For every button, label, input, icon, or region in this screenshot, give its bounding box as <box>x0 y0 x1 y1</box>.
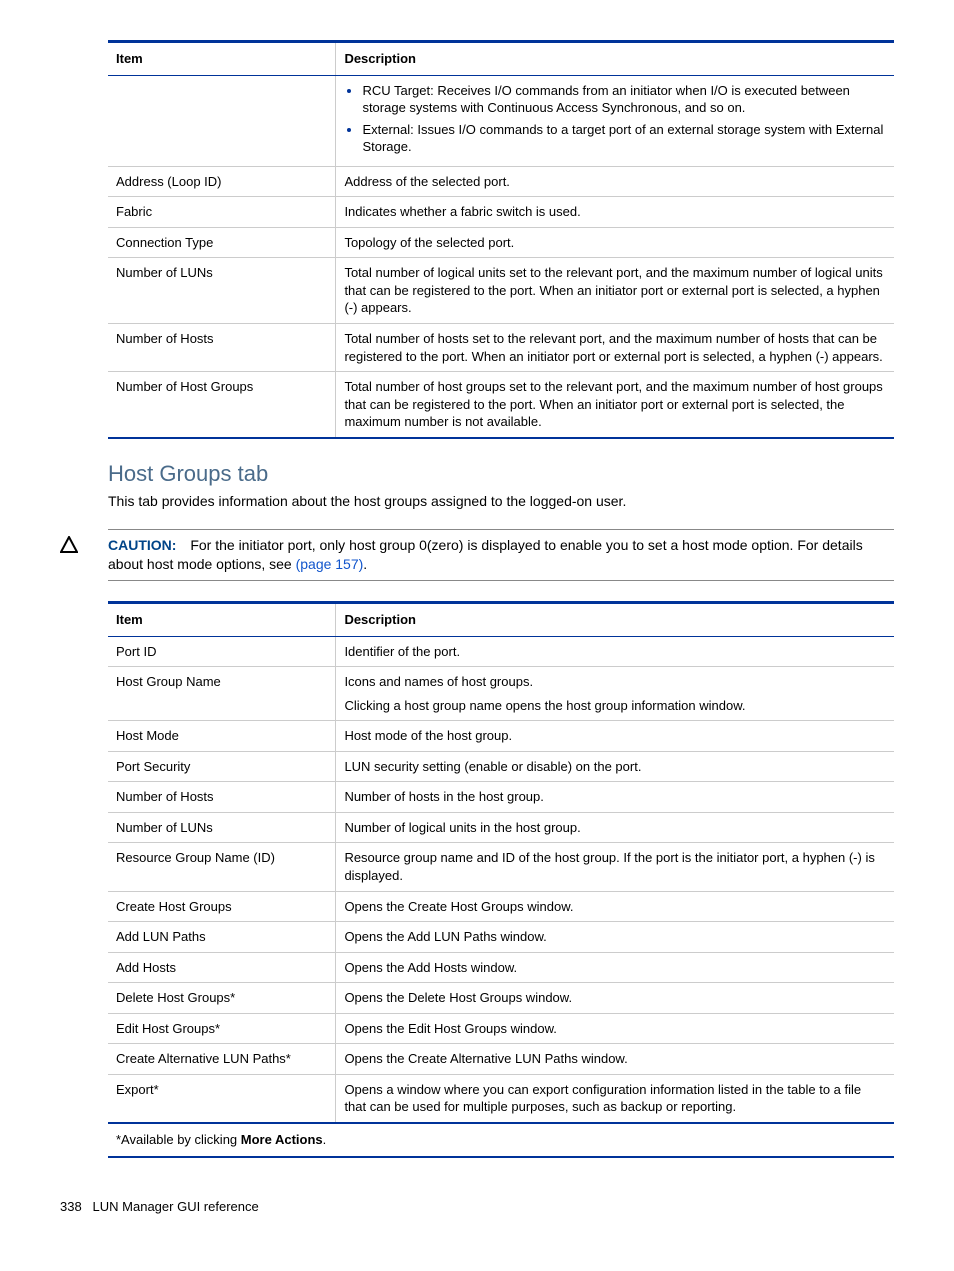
cell-desc: Topology of the selected port. <box>336 227 894 258</box>
footnote-pre: *Available by clicking <box>116 1132 241 1147</box>
caution-block: CAUTION: For the initiator port, only ho… <box>108 529 894 581</box>
table-row: Connection Type Topology of the selected… <box>108 227 894 258</box>
caution-icon <box>60 536 78 560</box>
table-row: Number of LUNs Number of logical units i… <box>108 812 894 843</box>
cell-desc: Icons and names of host groups. Clicking… <box>336 667 894 721</box>
page-footer-title: LUN Manager GUI reference <box>93 1199 259 1214</box>
col-header-desc: Description <box>336 603 894 637</box>
cell-desc: Number of hosts in the host group. <box>336 782 894 813</box>
table-row: Add Hosts Opens the Add Hosts window. <box>108 952 894 983</box>
list-item: External: Issues I/O commands to a targe… <box>362 121 886 156</box>
cell-item: Add LUN Paths <box>108 922 336 953</box>
cell-item: Number of LUNs <box>108 812 336 843</box>
cell-item: Edit Host Groups* <box>108 1013 336 1044</box>
table-row: Host Group Name Icons and names of host … <box>108 667 894 721</box>
cell-item: Fabric <box>108 197 336 228</box>
cell-desc: Identifier of the port. <box>336 636 894 667</box>
cell-desc: Opens the Create Host Groups window. <box>336 891 894 922</box>
cell-desc-line2: Clicking a host group name opens the hos… <box>344 697 886 715</box>
cell-desc: Total number of logical units set to the… <box>336 258 894 324</box>
cell-desc: Host mode of the host group. <box>336 721 894 752</box>
caution-text-post: . <box>363 556 367 572</box>
list-item: RCU Target: Receives I/O commands from a… <box>362 82 886 117</box>
caution-link[interactable]: (page 157) <box>296 556 364 572</box>
cell-item: Add Hosts <box>108 952 336 983</box>
table-row: Resource Group Name (ID) Resource group … <box>108 843 894 891</box>
caution-text: For the initiator port, only host group … <box>108 537 863 572</box>
cell-item: Resource Group Name (ID) <box>108 843 336 891</box>
table-row: Create Alternative LUN Paths* Opens the … <box>108 1044 894 1075</box>
table-row: Number of Hosts Total number of hosts se… <box>108 324 894 372</box>
cell-item: Number of LUNs <box>108 258 336 324</box>
cell-item: Address (Loop ID) <box>108 166 336 197</box>
cell-item: Number of Hosts <box>108 324 336 372</box>
col-header-item: Item <box>108 603 336 637</box>
table-footnote: *Available by clicking More Actions. <box>108 1123 894 1157</box>
section-heading: Host Groups tab <box>108 459 894 489</box>
page-number: 338 <box>60 1199 82 1214</box>
table-header-row: Item Description <box>108 42 894 76</box>
cell-desc: Indicates whether a fabric switch is use… <box>336 197 894 228</box>
table-row: Delete Host Groups* Opens the Delete Hos… <box>108 983 894 1014</box>
cell-item: Port Security <box>108 751 336 782</box>
cell-item: Export* <box>108 1074 336 1123</box>
cell-desc: Number of logical units in the host grou… <box>336 812 894 843</box>
cell-desc: Total number of hosts set to the relevan… <box>336 324 894 372</box>
ports-table: Item Description RCU Target: Receives I/… <box>108 40 894 439</box>
cell-desc: Resource group name and ID of the host g… <box>336 843 894 891</box>
table-row: Add LUN Paths Opens the Add LUN Paths wi… <box>108 922 894 953</box>
cell-item: Host Group Name <box>108 667 336 721</box>
table-row: Export* Opens a window where you can exp… <box>108 1074 894 1123</box>
cell-item: Create Host Groups <box>108 891 336 922</box>
cell-item: Number of Host Groups <box>108 372 336 438</box>
table-row: Create Host Groups Opens the Create Host… <box>108 891 894 922</box>
cell-desc: Opens the Edit Host Groups window. <box>336 1013 894 1044</box>
section-body: This tab provides information about the … <box>108 492 894 511</box>
table-row: Number of Host Groups Total number of ho… <box>108 372 894 438</box>
cell-item: Create Alternative LUN Paths* <box>108 1044 336 1075</box>
cell-item: Connection Type <box>108 227 336 258</box>
page-content: Item Description RCU Target: Receives I/… <box>108 40 894 1158</box>
host-groups-table: Item Description Port ID Identifier of t… <box>108 601 894 1157</box>
cell-desc: Opens the Add Hosts window. <box>336 952 894 983</box>
table-footnote-row: *Available by clicking More Actions. <box>108 1123 894 1157</box>
cell-item <box>108 75 336 166</box>
cell-desc: Opens the Delete Host Groups window. <box>336 983 894 1014</box>
table-row: Host Mode Host mode of the host group. <box>108 721 894 752</box>
cell-desc: Address of the selected port. <box>336 166 894 197</box>
table-row: Fabric Indicates whether a fabric switch… <box>108 197 894 228</box>
cell-desc: RCU Target: Receives I/O commands from a… <box>336 75 894 166</box>
table-header-row: Item Description <box>108 603 894 637</box>
caution-label: CAUTION: <box>108 537 176 553</box>
cell-item: Delete Host Groups* <box>108 983 336 1014</box>
footnote-bold: More Actions <box>241 1132 323 1147</box>
cell-item: Port ID <box>108 636 336 667</box>
cell-desc: LUN security setting (enable or disable)… <box>336 751 894 782</box>
cell-desc: Opens the Create Alternative LUN Paths w… <box>336 1044 894 1075</box>
table-row: Port ID Identifier of the port. <box>108 636 894 667</box>
table-row: Address (Loop ID) Address of the selecte… <box>108 166 894 197</box>
cell-desc: Total number of host groups set to the r… <box>336 372 894 438</box>
table-row: Edit Host Groups* Opens the Edit Host Gr… <box>108 1013 894 1044</box>
cell-item: Number of Hosts <box>108 782 336 813</box>
table-row: Number of LUNs Total number of logical u… <box>108 258 894 324</box>
table-row: Port Security LUN security setting (enab… <box>108 751 894 782</box>
table-row: RCU Target: Receives I/O commands from a… <box>108 75 894 166</box>
cell-desc-line1: Icons and names of host groups. <box>344 673 886 691</box>
cell-desc: Opens a window where you can export conf… <box>336 1074 894 1123</box>
col-header-item: Item <box>108 42 336 76</box>
cell-desc: Opens the Add LUN Paths window. <box>336 922 894 953</box>
cell-item: Host Mode <box>108 721 336 752</box>
footnote-post: . <box>323 1132 327 1147</box>
table-row: Number of Hosts Number of hosts in the h… <box>108 782 894 813</box>
page-footer: 338 LUN Manager GUI reference <box>60 1198 894 1216</box>
col-header-desc: Description <box>336 42 894 76</box>
